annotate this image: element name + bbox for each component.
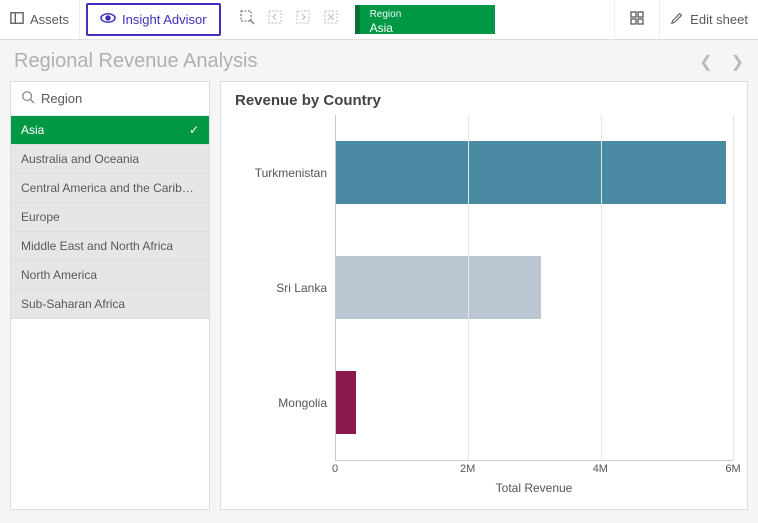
filter-item[interactable]: Australia and Oceania [11, 145, 209, 174]
filter-field-label: Region [41, 91, 82, 106]
edit-sheet-button[interactable]: Edit sheet [659, 0, 758, 39]
chart-x-tick: 2M [460, 463, 475, 475]
chart-y-label: Turkmenistan [235, 115, 335, 230]
chart-y-label: Sri Lanka [235, 230, 335, 345]
chart-bar[interactable] [336, 371, 356, 434]
bookmarks-icon [629, 10, 645, 29]
chart-x-tick: 0 [332, 463, 338, 475]
step-forward-icon[interactable] [295, 9, 311, 30]
filter-item[interactable]: Sub-Saharan Africa [11, 290, 209, 319]
filter-item-label: Central America and the Carib… [21, 181, 194, 195]
filter-list: Asia ✓ Australia and Oceania Central Americ… [11, 116, 209, 319]
filter-item-label: Europe [21, 210, 60, 224]
filter-item[interactable]: Central America and the Carib… [11, 174, 209, 203]
assets-label: Assets [30, 12, 69, 27]
sheet-title: Regional Revenue Analysis [14, 50, 258, 73]
edit-sheet-label: Edit sheet [690, 12, 748, 27]
panel-icon [10, 11, 24, 28]
selection-pill-label: Region [370, 9, 485, 21]
filter-item[interactable]: Europe [11, 203, 209, 232]
chart-bar[interactable] [336, 141, 726, 204]
top-toolbar: Assets Insight Advisor Region Asia [0, 0, 758, 40]
bookmarks-button[interactable] [614, 0, 659, 39]
filter-item[interactable]: North America [11, 261, 209, 290]
chart-x-tick: 6M [725, 463, 740, 475]
chart-title: Revenue by Country [235, 92, 733, 109]
search-icon [21, 90, 35, 107]
chart-y-label: Mongolia [235, 346, 335, 461]
smart-search-icon[interactable] [239, 9, 255, 30]
clear-selections-icon[interactable] [323, 9, 339, 30]
insight-icon [100, 10, 116, 29]
chart-plot-area[interactable]: TurkmenistanSri LankaMongolia [235, 115, 733, 461]
selection-pill-region[interactable]: Region Asia [355, 5, 495, 34]
filter-item[interactable]: Asia ✓ [11, 116, 209, 145]
pencil-icon [670, 11, 684, 28]
filter-pane-region: Region Asia ✓ Australia and Oceania Central… [10, 81, 210, 510]
sheet-title-row: Regional Revenue Analysis ❮ ❯ [0, 40, 758, 81]
check-icon: ✓ [189, 123, 199, 137]
next-sheet-button[interactable]: ❯ [731, 52, 744, 72]
sheet-nav: ❮ ❯ [699, 52, 744, 72]
prev-sheet-button[interactable]: ❮ [699, 52, 712, 72]
chart-x-tick: 4M [593, 463, 608, 475]
insight-advisor-button[interactable]: Insight Advisor [86, 3, 221, 36]
selection-toolgroup [227, 0, 351, 39]
assets-button[interactable]: Assets [0, 0, 80, 39]
insight-label: Insight Advisor [122, 12, 207, 27]
filter-item-label: Sub-Saharan Africa [21, 297, 125, 311]
filter-header[interactable]: Region [11, 82, 209, 116]
chart-bar[interactable] [336, 256, 541, 319]
filter-item-label: Australia and Oceania [21, 152, 139, 166]
chart-xlabel: Total Revenue [335, 481, 733, 495]
selection-pill-value: Asia [370, 21, 485, 35]
step-back-icon[interactable] [267, 9, 283, 30]
filter-item-label: North America [21, 268, 97, 282]
filter-item[interactable]: Middle East and North Africa [11, 232, 209, 261]
chart-panel: Revenue by Country TurkmenistanSri Lanka… [220, 81, 748, 510]
filter-item-label: Asia [21, 123, 44, 137]
filter-item-label: Middle East and North Africa [21, 239, 173, 253]
